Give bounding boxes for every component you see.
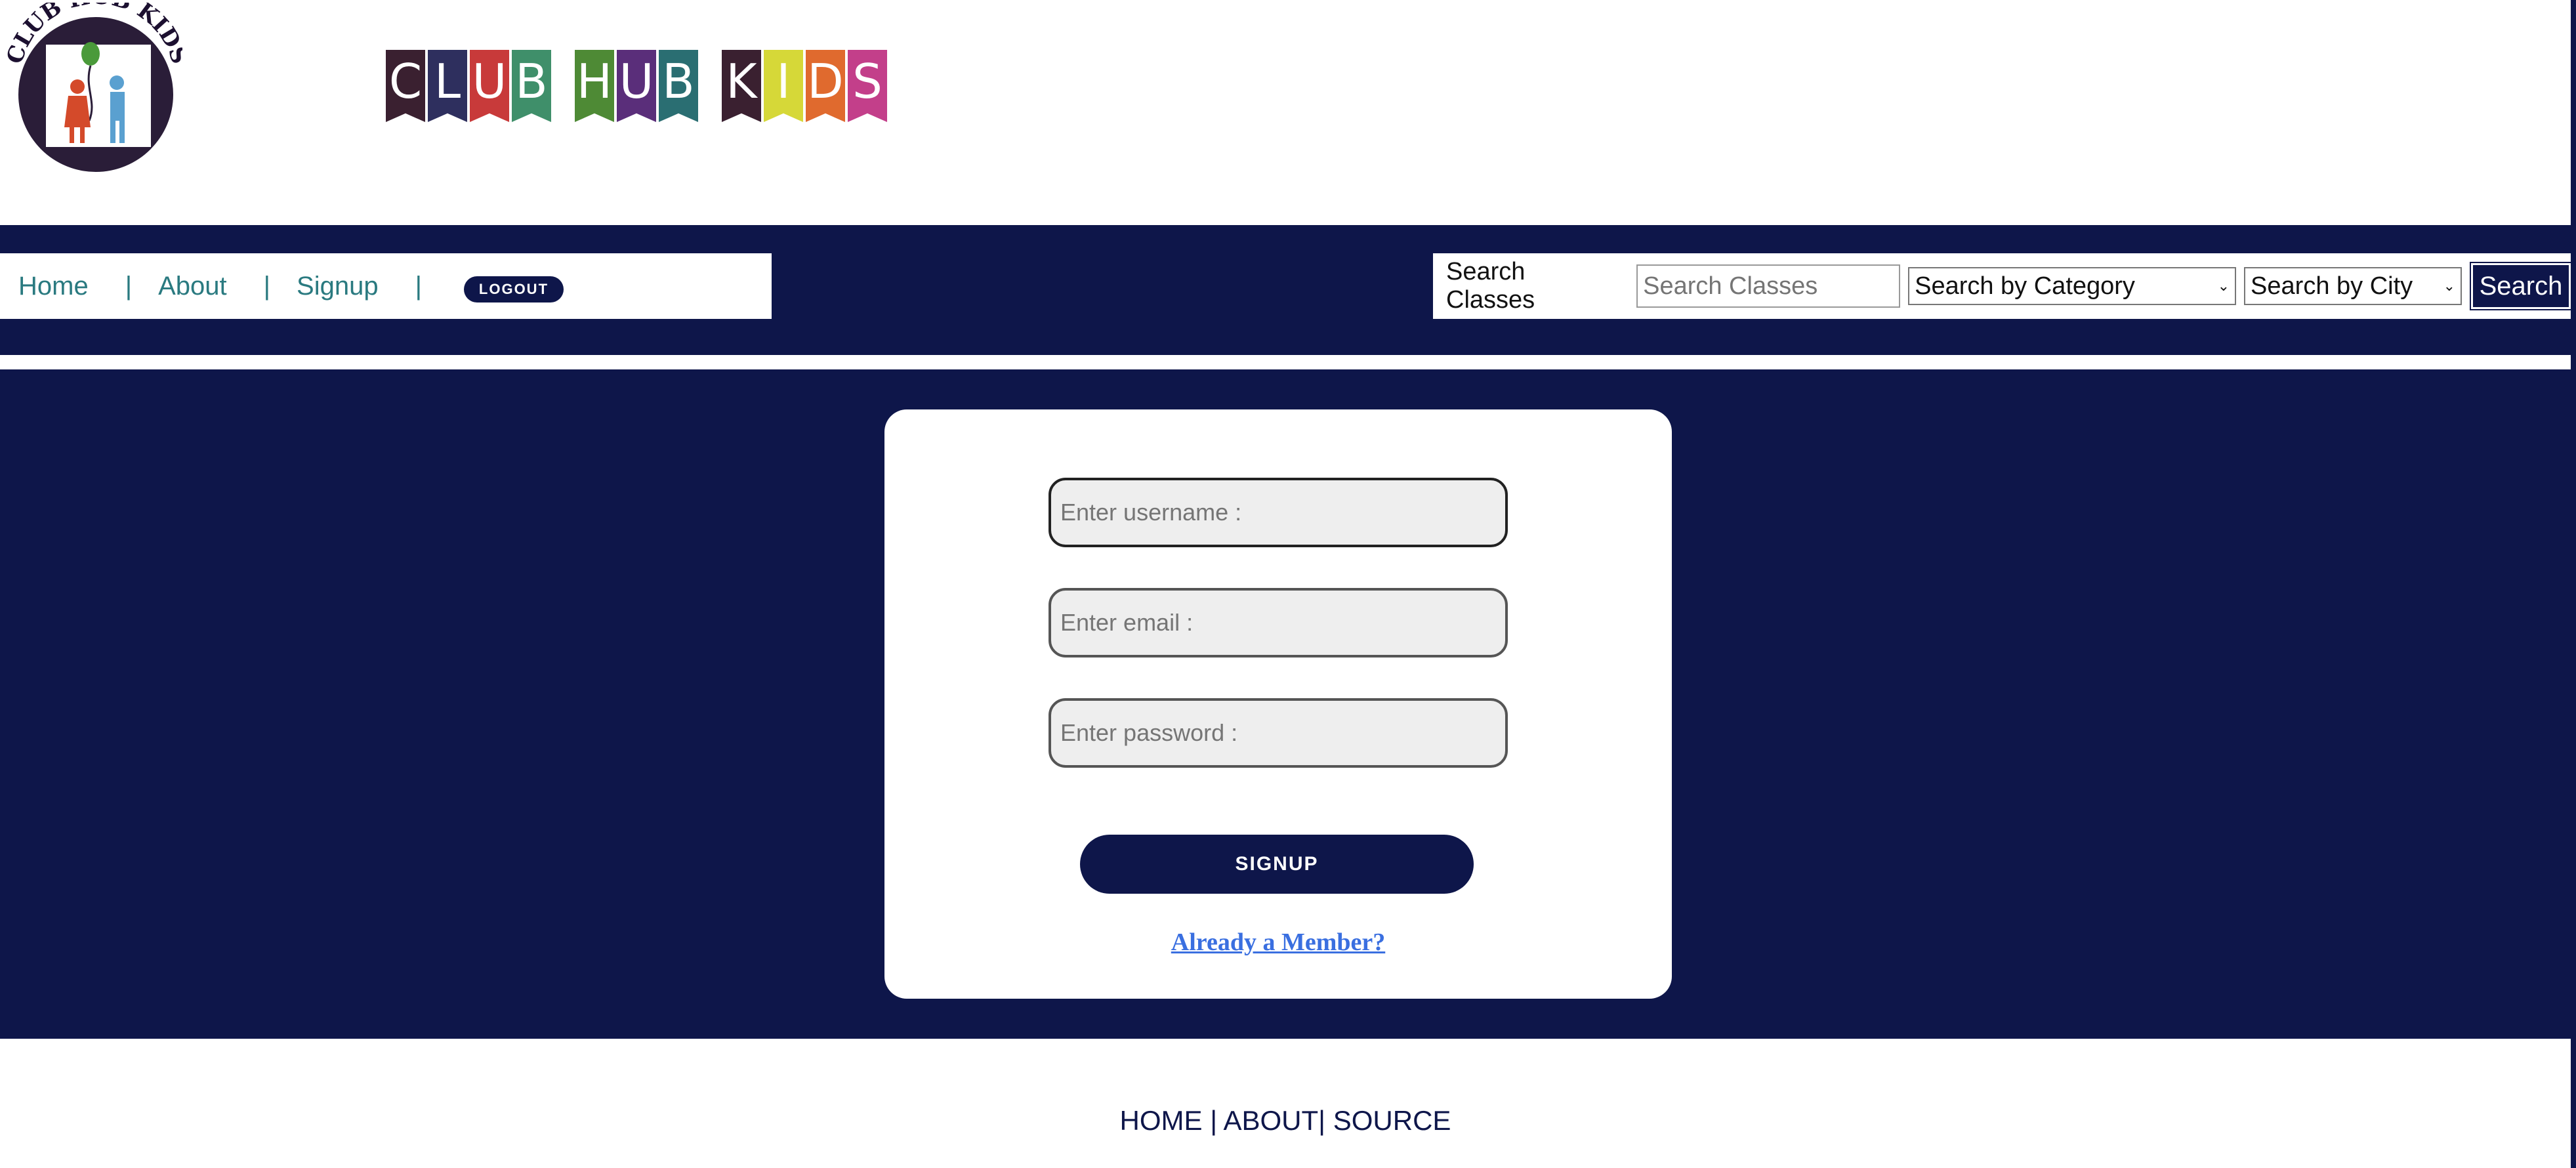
- username-field[interactable]: [1049, 478, 1508, 547]
- nav-home-link[interactable]: Home: [18, 272, 89, 301]
- nav-separator: |: [263, 271, 271, 301]
- category-select-value: Search by Category: [1915, 272, 2135, 300]
- signup-card: SIGNUP Already a Member?: [884, 409, 1672, 999]
- password-field[interactable]: [1049, 698, 1508, 768]
- nav-signup-link[interactable]: Signup: [297, 272, 379, 301]
- divider-stripe: [0, 355, 2571, 369]
- logout-button[interactable]: LOGOUT: [463, 276, 564, 302]
- search-label: Search Classes: [1446, 258, 1535, 314]
- footer-nav: HOME | ABOUT| SOURCE: [0, 1105, 2571, 1137]
- email-field[interactable]: [1049, 588, 1508, 657]
- chevron-down-icon: ⌄: [2217, 278, 2230, 294]
- category-select[interactable]: Search by Category ⌄: [1908, 267, 2237, 305]
- signup-button[interactable]: SIGNUP: [1080, 835, 1474, 894]
- search-bar: Search Classes Search by Category ⌄ Sear…: [1433, 253, 2572, 319]
- footer-about-link[interactable]: ABOUT: [1223, 1105, 1318, 1136]
- city-select-value: Search by City: [2251, 272, 2413, 300]
- banner-letter: I: [764, 50, 803, 122]
- search-button[interactable]: Search: [2470, 262, 2572, 310]
- chevron-down-icon: ⌄: [2443, 278, 2456, 294]
- banner-letter: L: [428, 50, 467, 122]
- banner-letter: C: [386, 50, 425, 122]
- banner-letter: D: [806, 50, 845, 122]
- footer-home-link[interactable]: HOME: [1120, 1105, 1203, 1136]
- city-select[interactable]: Search by City ⌄: [2244, 267, 2462, 305]
- main-nav: Home | About | Signup | LOGOUT: [0, 253, 772, 319]
- banner-letter: U: [617, 50, 656, 122]
- footer-source-link[interactable]: SOURCE: [1333, 1105, 1451, 1136]
- footer-separator: |: [1210, 1105, 1224, 1136]
- banner-letter: B: [512, 50, 551, 122]
- nav-separator: |: [125, 271, 133, 301]
- banner-letter: S: [848, 50, 887, 122]
- banner-letter: B: [659, 50, 698, 122]
- banner-letter: K: [722, 50, 761, 122]
- page-edge-bar: [2571, 0, 2576, 1168]
- nav-separator: |: [415, 271, 422, 301]
- already-member-link[interactable]: Already a Member?: [884, 928, 1672, 957]
- banner-letter: H: [575, 50, 614, 122]
- footer-separator: |: [1318, 1105, 1333, 1136]
- nav-about-link[interactable]: About: [158, 272, 227, 301]
- search-classes-input[interactable]: [1636, 264, 1901, 308]
- club-hub-kids-banner: C L U B H U B K I D S: [386, 50, 890, 122]
- banner-letter: U: [470, 50, 509, 122]
- club-hub-kids-logo: CLUB HUB KIDS: [5, 3, 182, 172]
